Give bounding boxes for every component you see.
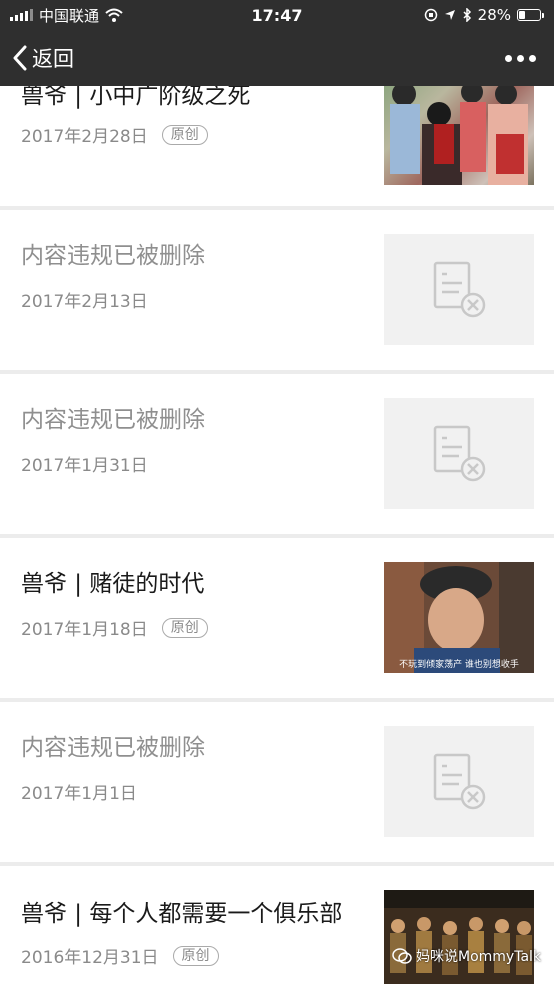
article-item[interactable]: 兽爷 | 赌徒的时代 2017年1月18日 原创 不玩到倾家荡产 谁也别想收手 xyxy=(0,538,554,698)
carrier-label: 中国联通 xyxy=(39,6,100,25)
back-label: 返回 xyxy=(32,47,74,71)
article-title: 兽爷 | 每个人都需要一个俱乐部 xyxy=(21,901,343,927)
article-thumbnail-placeholder xyxy=(384,726,534,837)
orientation-lock-icon xyxy=(424,8,437,22)
crowd-photo xyxy=(384,890,534,984)
article-item[interactable]: 兽爷 | 每个人都需要一个俱乐部 2016年12月31日 原创 xyxy=(0,866,554,984)
battery-icon xyxy=(517,9,544,21)
signal-icon xyxy=(10,9,33,21)
article-thumbnail xyxy=(384,890,534,984)
article-title: 兽爷 | 赌徒的时代 xyxy=(21,571,205,597)
bluetooth-icon xyxy=(463,8,471,22)
article-title: 内容违规已被删除 xyxy=(21,407,205,433)
status-bar: 中国联通 17:47 28% xyxy=(0,0,554,30)
article-thumbnail: 不玩到倾家荡产 谁也别想收手 xyxy=(384,562,534,673)
navigation-bar: 返回 xyxy=(0,30,554,86)
deleted-document-icon xyxy=(433,261,486,317)
watermark-text: 妈咪说MommyTalk xyxy=(416,949,542,965)
costume-drama-photo xyxy=(384,74,534,185)
article-item[interactable]: 内容违规已被删除 2017年1月1日 xyxy=(0,702,554,862)
article-date: 2017年1月18日 xyxy=(21,620,148,640)
article-date: 2017年2月28日 xyxy=(21,127,148,147)
article-item[interactable]: 内容违规已被删除 2017年1月31日 xyxy=(0,374,554,534)
article-date: 2017年1月1日 xyxy=(21,784,137,804)
article-thumbnail xyxy=(384,74,534,185)
article-title: 内容违规已被删除 xyxy=(21,735,205,761)
article-date: 2017年2月13日 xyxy=(21,292,148,312)
thumbnail-caption: 不玩到倾家荡产 谁也别想收手 xyxy=(399,660,519,670)
wifi-icon xyxy=(105,8,123,22)
article-thumbnail-placeholder xyxy=(384,234,534,345)
chevron-left-icon xyxy=(13,45,27,71)
article-item[interactable]: 内容违规已被删除 2017年2月13日 xyxy=(0,210,554,370)
article-title: 内容违规已被删除 xyxy=(21,243,205,269)
original-badge: 原创 xyxy=(172,945,219,966)
back-button[interactable]: 返回 xyxy=(0,43,74,73)
deleted-document-icon xyxy=(433,425,486,481)
article-date: 2017年1月31日 xyxy=(21,456,148,476)
article-date: 2016年12月31日 xyxy=(21,948,159,968)
wechat-icon xyxy=(392,948,412,964)
location-icon xyxy=(444,10,455,20)
article-thumbnail-placeholder xyxy=(384,398,534,509)
watermark: 妈咪说MommyTalk xyxy=(392,946,541,966)
original-badge: 原创 xyxy=(161,617,208,638)
battery-percent: 28% xyxy=(477,6,511,24)
more-dots-icon[interactable] xyxy=(505,54,554,62)
original-badge: 原创 xyxy=(161,124,208,145)
deleted-document-icon xyxy=(433,753,486,809)
